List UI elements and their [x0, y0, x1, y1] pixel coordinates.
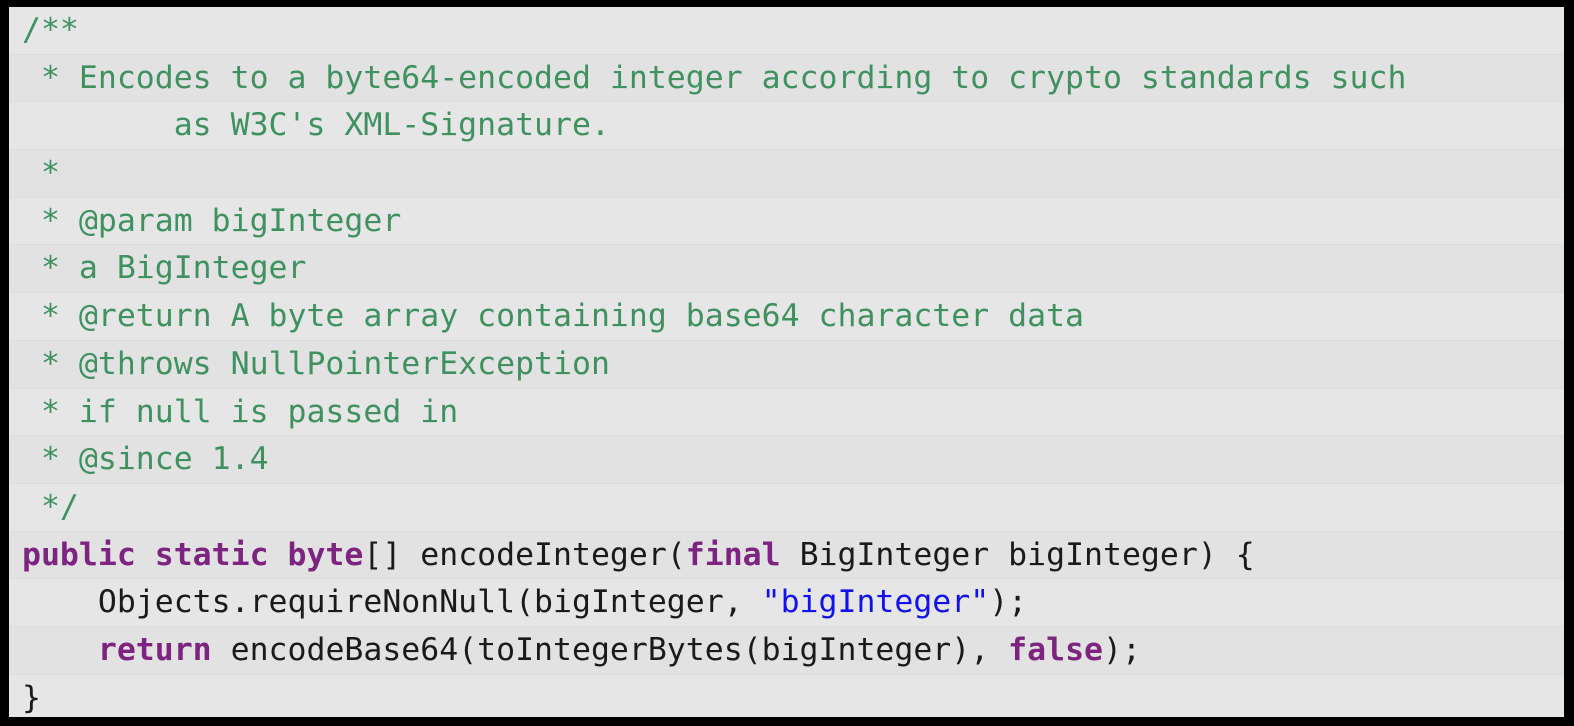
code-line[interactable]: * if null is passed in	[9, 388, 1564, 437]
code-line[interactable]: * @param bigInteger	[9, 197, 1564, 246]
code-token-keyword: public static byte	[22, 536, 364, 573]
code-token-plain: );	[1103, 631, 1141, 668]
code-token-comment: * @throws NullPointerException	[22, 345, 610, 382]
code-line[interactable]: as W3C's XML-Signature.	[9, 102, 1564, 151]
code-token-plain: encodeBase64(toIntegerBytes(bigInteger),	[211, 631, 1009, 668]
code-line[interactable]: * @return A byte array containing base64…	[9, 293, 1564, 341]
code-token-comment: * @param bigInteger	[22, 202, 402, 239]
code-token-comment: /**	[22, 12, 79, 48]
code-line[interactable]: /**	[9, 7, 1564, 55]
code-token-keyword: final	[685, 536, 781, 573]
code-token-comment: */	[22, 488, 79, 525]
code-token-comment: * if null is passed in	[22, 393, 459, 430]
code-token-comment: * Encodes to a byte64-encoded integer ac…	[22, 59, 1407, 96]
code-token-plain: [] encodeInteger(	[363, 536, 686, 573]
code-token-comment: * @return A byte array containing base64…	[22, 298, 1085, 335]
code-line[interactable]: * @since 1.4	[9, 436, 1564, 484]
code-line[interactable]: return encodeBase64(toIntegerBytes(bigIn…	[9, 626, 1564, 675]
code-line[interactable]: Objects.requireNonNull(bigInteger, "bigI…	[9, 579, 1564, 627]
code-token-string: "bigInteger"	[761, 584, 990, 621]
code-line[interactable]: *	[9, 150, 1564, 198]
code-token-plain: Objects.requireNonNull(bigInteger,	[22, 584, 762, 621]
code-token-keyword: return	[97, 631, 212, 668]
code-token-plain: );	[989, 584, 1028, 621]
code-line[interactable]: * a BigInteger	[9, 245, 1564, 294]
code-line[interactable]: */	[9, 483, 1564, 532]
code-token-comment: *	[22, 155, 60, 192]
code-token-keyword: false	[1008, 631, 1103, 668]
code-token-plain: }	[22, 679, 41, 716]
code-token-plain: BigInteger bigInteger) {	[780, 536, 1255, 573]
code-editor-surface[interactable]: /** * Encodes to a byte64-encoded intege…	[9, 7, 1564, 717]
code-token-comment: as W3C's XML-Signature.	[22, 107, 610, 144]
code-token-comment: * a BigInteger	[22, 250, 307, 287]
code-token-comment: * @since 1.4	[22, 441, 269, 478]
code-line[interactable]: * @throws NullPointerException	[9, 340, 1564, 389]
code-screenshot-frame: /** * Encodes to a byte64-encoded intege…	[0, 0, 1574, 726]
code-line[interactable]: * Encodes to a byte64-encoded integer ac…	[9, 54, 1564, 103]
code-line[interactable]: }	[9, 674, 1564, 717]
code-line[interactable]: public static byte[] encodeInteger(final…	[9, 531, 1564, 580]
